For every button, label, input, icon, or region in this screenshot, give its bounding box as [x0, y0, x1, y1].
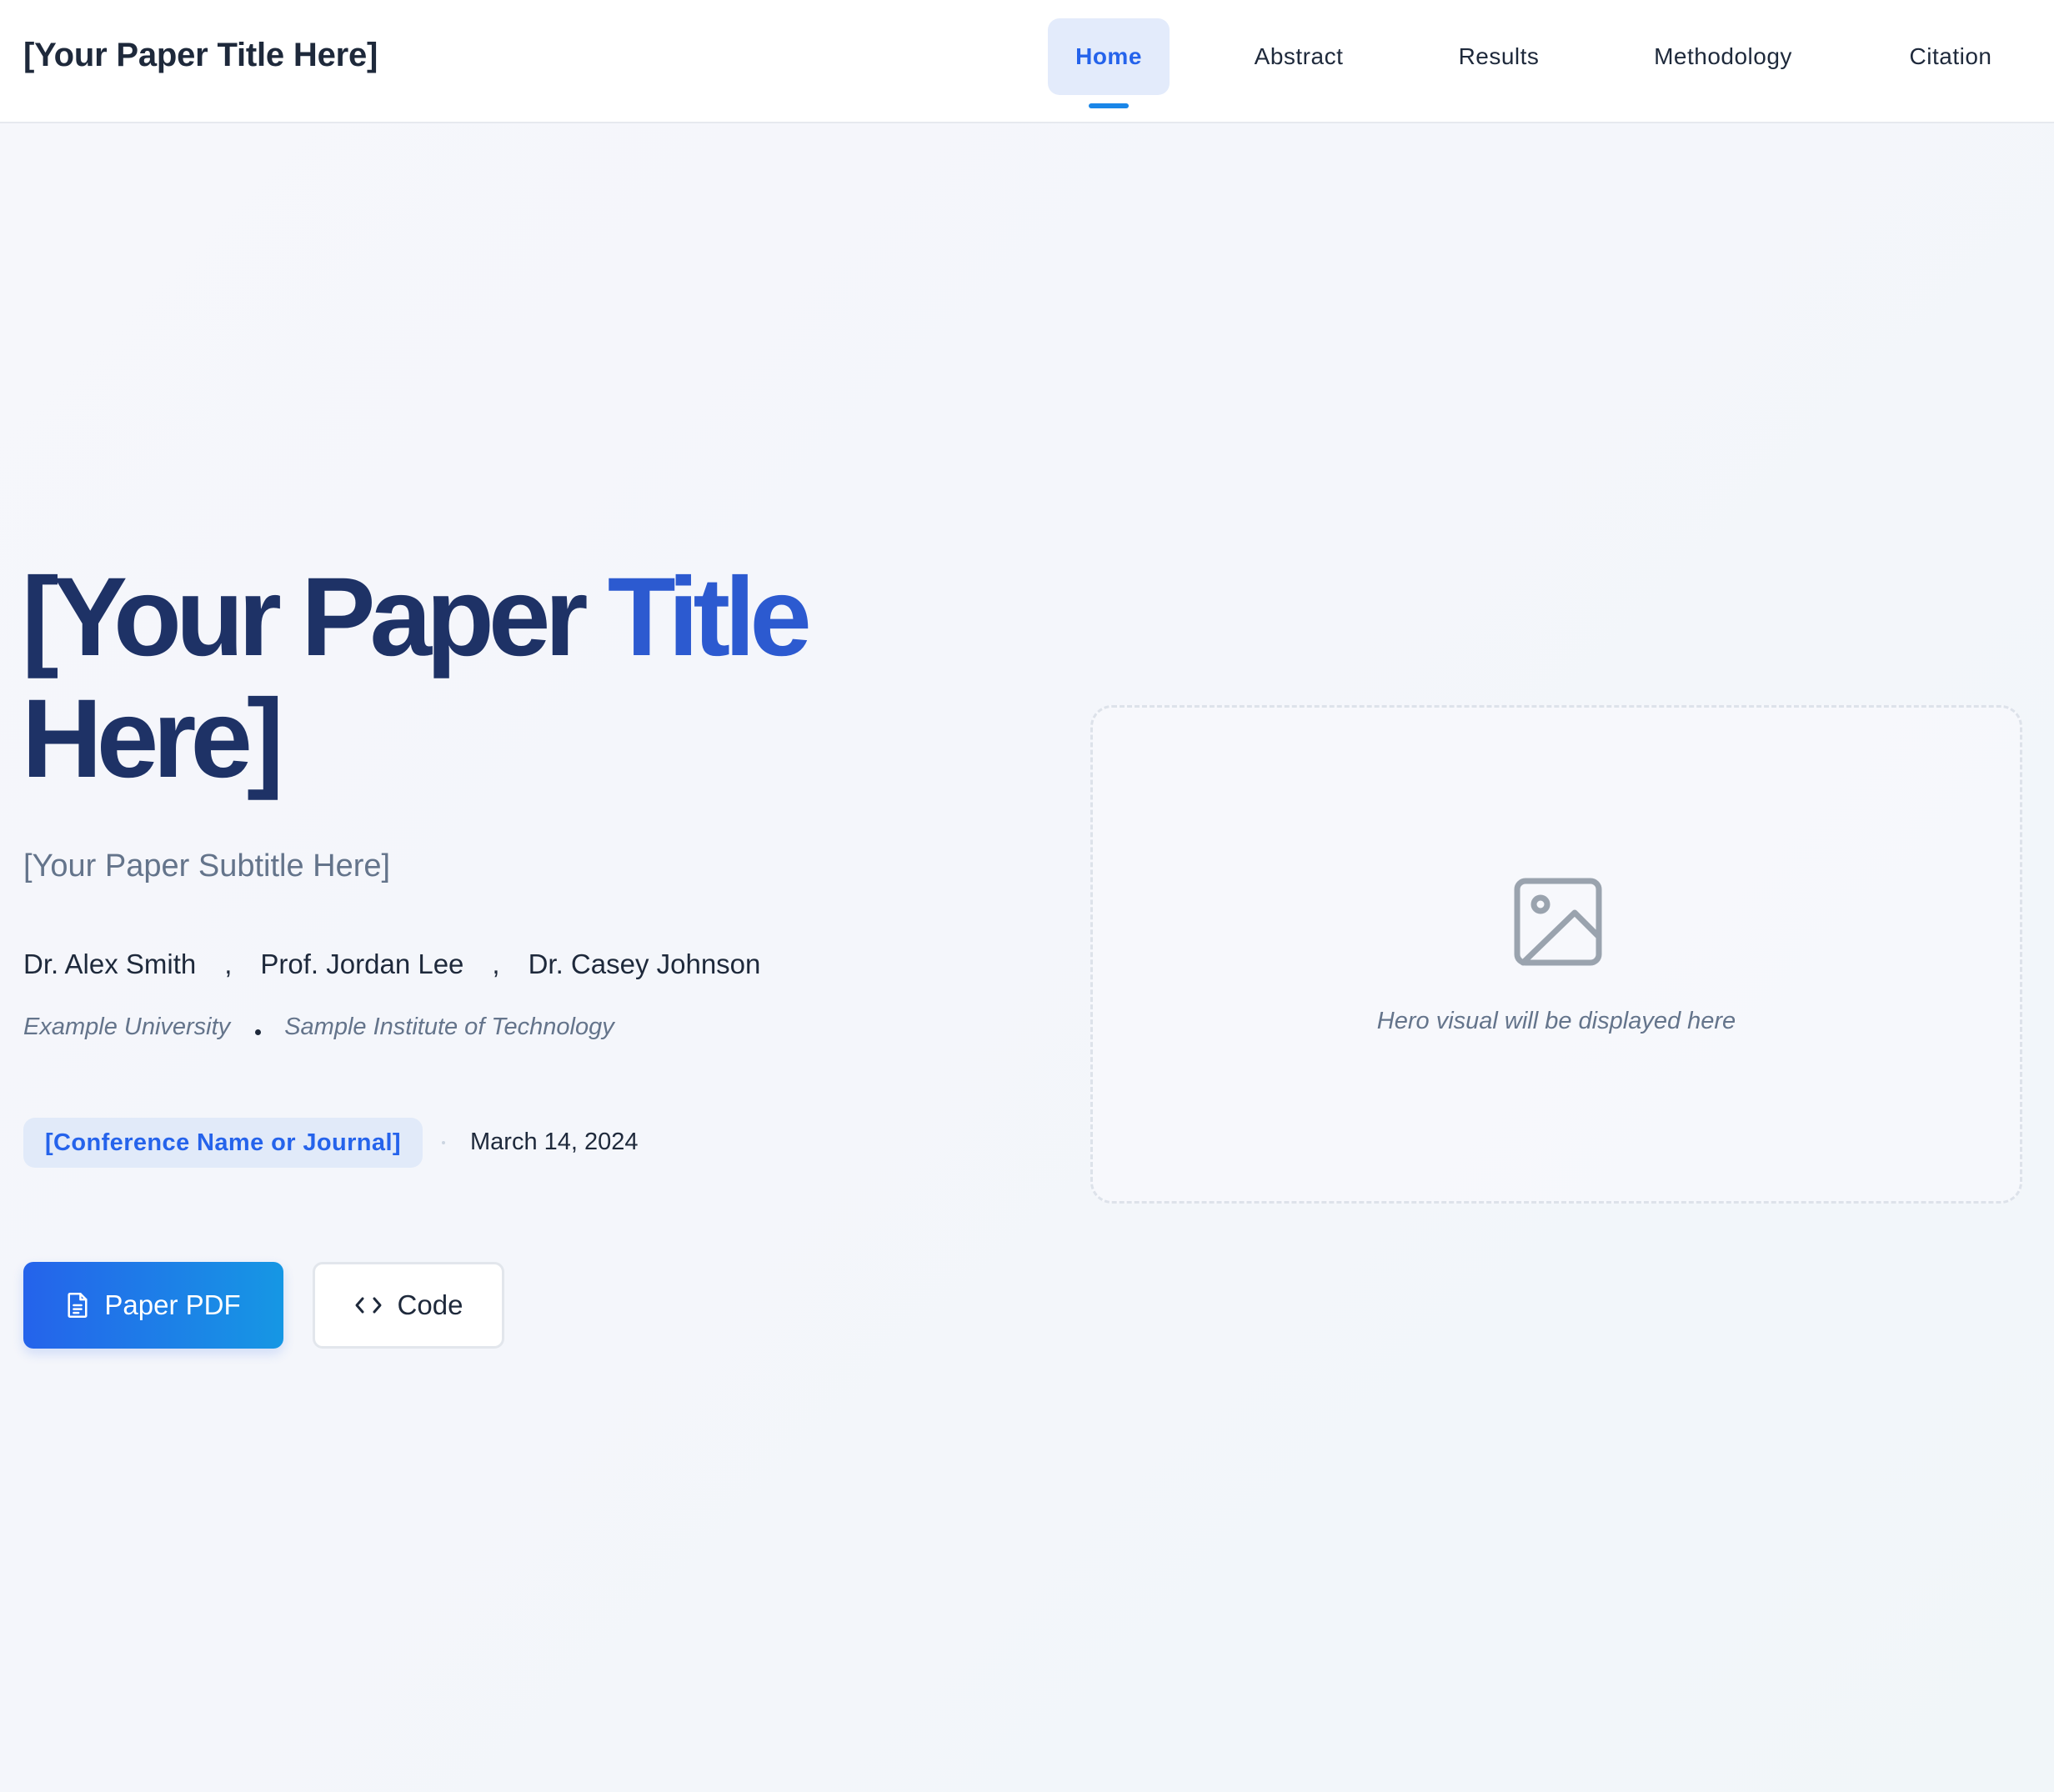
code-button[interactable]: Code: [313, 1262, 504, 1349]
author-name[interactable]: Dr. Alex Smith: [23, 949, 196, 980]
image-icon: [1514, 878, 1602, 966]
code-label: Code: [397, 1289, 463, 1320]
meta-separator-dot: [442, 1141, 445, 1144]
affiliation-separator-dot: [255, 1029, 262, 1035]
nav-results[interactable]: Results: [1430, 18, 1567, 95]
top-navigation-bar: [Your Paper Title Here] Home Abstract Re…: [0, 0, 2054, 123]
affiliation: Example University: [23, 1014, 231, 1040]
hero-visual-placeholder: Hero visual will be displayed here: [1090, 705, 2022, 1204]
site-title[interactable]: [Your Paper Title Here]: [23, 37, 378, 74]
title-part-3: Here]: [22, 677, 284, 801]
author-list: Dr. Alex Smith , Prof. Jordan Lee , Dr. …: [23, 949, 760, 980]
nav-citation[interactable]: Citation: [1887, 18, 2014, 95]
document-icon: [68, 1293, 88, 1318]
author-name[interactable]: Dr. Casey Johnson: [529, 949, 761, 980]
affiliation: Sample Institute of Technology: [284, 1014, 614, 1040]
title-part-1: [Your Paper: [22, 555, 589, 679]
hero-visual-caption: Hero visual will be displayed here: [1376, 1008, 1736, 1034]
author-separator: ,: [224, 949, 233, 979]
title-part-2: Title: [607, 555, 812, 679]
author-separator: ,: [492, 949, 500, 979]
nav-abstract[interactable]: Abstract: [1220, 18, 1377, 95]
author-name[interactable]: Prof. Jordan Lee: [260, 949, 463, 980]
paper-pdf-label: Paper PDF: [104, 1289, 241, 1320]
paper-title: [Your Paper Title Here]: [22, 557, 872, 800]
active-nav-indicator: [1089, 103, 1129, 108]
publication-date: March 14, 2024: [470, 1129, 639, 1155]
nav-methodology[interactable]: Methodology: [1631, 18, 1816, 95]
paper-subtitle: [Your Paper Subtitle Here]: [23, 848, 391, 883]
code-icon: [355, 1297, 382, 1314]
nav-home[interactable]: Home: [1048, 18, 1170, 95]
affiliation-list: Example University Sample Institute of T…: [23, 1014, 614, 1041]
paper-pdf-button[interactable]: Paper PDF: [23, 1262, 283, 1349]
venue-badge: [Conference Name or Journal]: [23, 1118, 423, 1168]
